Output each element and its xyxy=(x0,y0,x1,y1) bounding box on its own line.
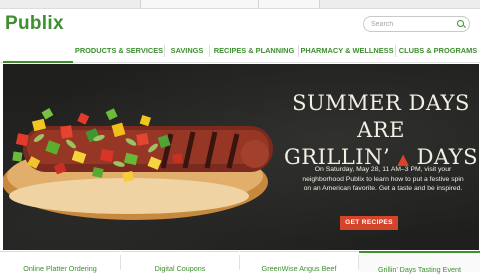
search-icon[interactable] xyxy=(457,20,464,27)
feature-tabs: Online Platter Ordering Digital Coupons … xyxy=(0,251,480,274)
hero-headline: SUMMER DAYS ARE GRILLIN’ ▲ DAYS xyxy=(281,90,479,173)
nav-clubs-programs[interactable]: CLUBS & PROGRAMS xyxy=(396,40,480,62)
tab-digital-coupons[interactable]: Digital Coupons xyxy=(121,251,239,273)
nav-green-underline xyxy=(3,61,73,63)
publix-logo[interactable]: Publix xyxy=(5,13,64,35)
tab-label: Digital Coupons xyxy=(154,264,206,273)
tab-grillin-days-tasting-event[interactable]: Grillin’ Days Tasting Event xyxy=(359,251,480,274)
tab-online-platter-ordering[interactable]: Online Platter Ordering xyxy=(0,251,120,273)
nav-products-services[interactable]: PRODUCTS & SERVICES xyxy=(74,40,164,62)
main-nav: PRODUCTS & SERVICES SAVINGS RECIPES & PL… xyxy=(74,40,480,62)
hero-banner[interactable]: SUMMER DAYS ARE GRILLIN’ ▲ DAYS xyxy=(3,64,479,250)
search-box[interactable] xyxy=(363,16,470,32)
nav-savings[interactable]: SAVINGS xyxy=(165,40,209,62)
top-strip-tab xyxy=(140,0,260,8)
nav-pharmacy-wellness[interactable]: PHARMACY & WELLNESS xyxy=(299,40,395,62)
get-recipes-button[interactable]: GET RECIPES xyxy=(340,216,398,230)
hero-body-text: On Saturday, May 28, 11 AM–3 PM, visit y… xyxy=(302,166,464,193)
tab-greenwise-angus-beef[interactable]: GreenWise Angus Beef xyxy=(240,251,358,273)
browser-top-strip xyxy=(0,0,480,9)
search-input[interactable] xyxy=(371,18,451,30)
top-strip-tab xyxy=(258,0,320,8)
tab-label: Online Platter Ordering xyxy=(23,264,97,273)
nav-recipes-planning[interactable]: RECIPES & PLANNING xyxy=(210,40,298,62)
headline-line-1: SUMMER DAYS ARE xyxy=(292,91,470,142)
tab-label: GreenWise Angus Beef xyxy=(261,264,337,273)
